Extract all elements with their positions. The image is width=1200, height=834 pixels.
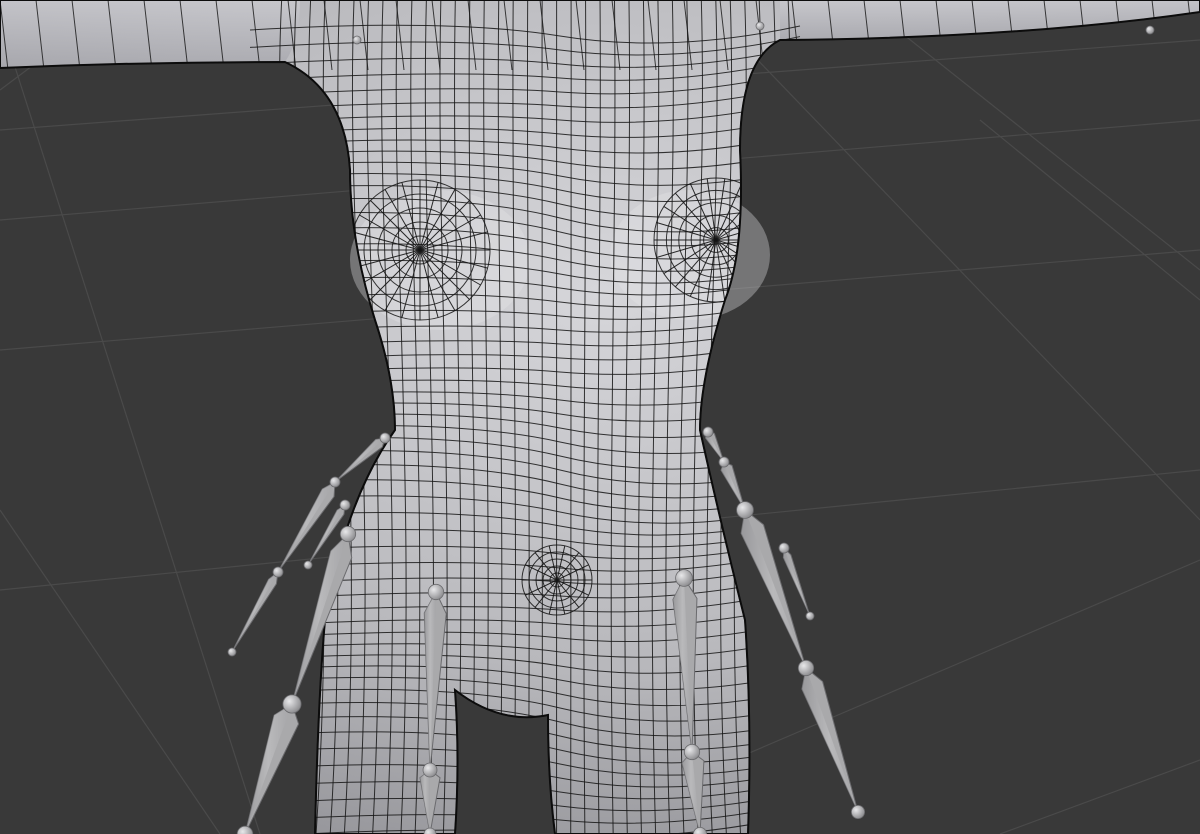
bone-joint[interactable] <box>339 499 351 511</box>
bone-joint[interactable] <box>778 542 790 554</box>
bone-joint[interactable] <box>329 476 341 488</box>
bone-joint[interactable] <box>851 805 866 820</box>
body-mesh[interactable] <box>0 0 1200 834</box>
bone-joint[interactable] <box>339 525 357 543</box>
bone-joint[interactable] <box>352 35 362 45</box>
bone[interactable] <box>236 694 302 834</box>
viewport-canvas[interactable] <box>0 0 1200 834</box>
bone-joint[interactable] <box>702 426 714 438</box>
bone-joint[interactable] <box>675 569 693 587</box>
bone-joint[interactable] <box>236 825 254 834</box>
bone-joint[interactable] <box>272 566 284 578</box>
bone-joint[interactable] <box>736 501 754 519</box>
bone-joint[interactable] <box>805 611 815 621</box>
bone-joint[interactable] <box>797 659 815 677</box>
bone-joint[interactable] <box>282 694 302 714</box>
bone[interactable] <box>797 659 866 820</box>
bone[interactable] <box>227 566 284 657</box>
bone-joint[interactable] <box>718 456 730 468</box>
bone-joint[interactable] <box>683 743 701 761</box>
bone-joint[interactable] <box>1145 25 1155 35</box>
bone-joint[interactable] <box>422 762 438 778</box>
bone-joint[interactable] <box>755 21 765 31</box>
bone-joint[interactable] <box>427 583 445 601</box>
3d-viewport[interactable] <box>0 0 1200 834</box>
bone-joint[interactable] <box>227 647 237 657</box>
bone-joint[interactable] <box>303 560 313 570</box>
bone-joint[interactable] <box>379 432 391 444</box>
